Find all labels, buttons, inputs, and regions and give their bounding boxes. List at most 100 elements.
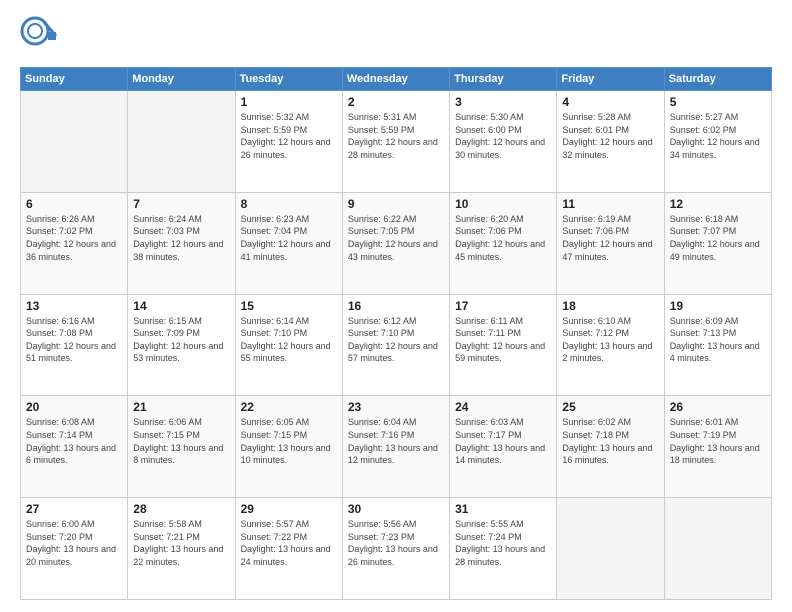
day-number: 23 — [348, 400, 444, 414]
calendar-cell: 28 Sunrise: 5:58 AMSunset: 7:21 PMDayligh… — [128, 498, 235, 600]
day-info: Sunrise: 6:18 AMSunset: 7:07 PMDaylight:… — [670, 213, 766, 263]
weekday-header-wednesday: Wednesday — [342, 68, 449, 91]
calendar-week-row: 27Sunrise: 6:00 AMSunset: 7:20 PMDayligh… — [21, 498, 772, 600]
calendar-cell: 24 Sunrise: 6:03 AMSunset: 7:17 PMDayligh… — [450, 396, 557, 498]
calendar-week-row: 13 Sunrise: 6:16 AMSunset: 7:08 PMDayligh… — [21, 294, 772, 396]
day-info: Sunrise: 6:15 AMSunset: 7:09 PMDaylight:… — [133, 315, 229, 365]
day-number: 31 — [455, 502, 551, 516]
day-info: Sunrise: 6:20 AMSunset: 7:06 PMDaylight:… — [455, 213, 551, 263]
day-info: Sunrise: 6:05 AMSunset: 7:15 PMDaylight:… — [241, 416, 337, 466]
calendar-header-row: SundayMondayTuesdayWednesdayThursdayFrid… — [21, 68, 772, 91]
day-number: 25 — [562, 400, 658, 414]
weekday-header-thursday: Thursday — [450, 68, 557, 91]
day-info: Sunrise: 5:28 AMSunset: 6:01 PMDaylight:… — [562, 111, 658, 161]
calendar-cell: 31 Sunrise: 5:55 AMSunset: 7:24 PMDayligh… — [450, 498, 557, 600]
day-number: 16 — [348, 299, 444, 313]
calendar-cell: 5Sunrise: 5:27 AMSunset: 6:02 PMDaylight… — [664, 91, 771, 193]
calendar-cell: 15 Sunrise: 6:14 AMSunset: 7:10 PMDayligh… — [235, 294, 342, 396]
day-number: 15 — [241, 299, 337, 313]
day-number: 18 — [562, 299, 658, 313]
logo — [20, 16, 60, 59]
page: SundayMondayTuesdayWednesdayThursdayFrid… — [0, 0, 792, 612]
calendar-cell: 3 Sunrise: 5:30 AMSunset: 6:00 PMDaylight… — [450, 91, 557, 193]
calendar-cell: 18 Sunrise: 6:10 AMSunset: 7:12 PMDayligh… — [557, 294, 664, 396]
day-info: Sunrise: 6:24 AMSunset: 7:03 PMDaylight:… — [133, 213, 229, 263]
day-info: Sunrise: 6:19 AMSunset: 7:06 PMDaylight:… — [562, 213, 658, 263]
calendar-cell: 22 Sunrise: 6:05 AMSunset: 7:15 PMDayligh… — [235, 396, 342, 498]
calendar-cell: 9 Sunrise: 6:22 AMSunset: 7:05 PMDaylight… — [342, 192, 449, 294]
calendar-table: SundayMondayTuesdayWednesdayThursdayFrid… — [20, 67, 772, 600]
day-info: Sunrise: 6:04 AMSunset: 7:16 PMDaylight:… — [348, 416, 444, 466]
day-number: 20 — [26, 400, 122, 414]
day-info: Sunrise: 6:26 AMSunset: 7:02 PMDaylight:… — [26, 213, 122, 263]
calendar-cell: 25 Sunrise: 6:02 AMSunset: 7:18 PMDayligh… — [557, 396, 664, 498]
calendar-cell: 13 Sunrise: 6:16 AMSunset: 7:08 PMDayligh… — [21, 294, 128, 396]
calendar-cell: 12 Sunrise: 6:18 AMSunset: 7:07 PMDayligh… — [664, 192, 771, 294]
calendar-week-row: 6 Sunrise: 6:26 AMSunset: 7:02 PMDaylight… — [21, 192, 772, 294]
day-number: 26 — [670, 400, 766, 414]
day-info: Sunrise: 6:01 AMSunset: 7:19 PMDaylight:… — [670, 416, 766, 466]
day-info: Sunrise: 5:30 AMSunset: 6:00 PMDaylight:… — [455, 111, 551, 161]
day-info: Sunrise: 6:16 AMSunset: 7:08 PMDaylight:… — [26, 315, 122, 365]
weekday-header-monday: Monday — [128, 68, 235, 91]
day-number: 28 — [133, 502, 229, 516]
day-number: 6 — [26, 197, 122, 211]
day-number: 22 — [241, 400, 337, 414]
day-info: Sunrise: 6:08 AMSunset: 7:14 PMDaylight:… — [26, 416, 122, 466]
calendar-cell: 26 Sunrise: 6:01 AMSunset: 7:19 PMDayligh… — [664, 396, 771, 498]
weekday-header-friday: Friday — [557, 68, 664, 91]
calendar-cell: 14 Sunrise: 6:15 AMSunset: 7:09 PMDayligh… — [128, 294, 235, 396]
weekday-header-saturday: Saturday — [664, 68, 771, 91]
day-number: 9 — [348, 197, 444, 211]
day-number: 14 — [133, 299, 229, 313]
day-number: 17 — [455, 299, 551, 313]
day-info: Sunrise: 5:31 AMSunset: 5:59 PMDaylight:… — [348, 111, 444, 161]
calendar-cell: 10Sunrise: 6:20 AMSunset: 7:06 PMDayligh… — [450, 192, 557, 294]
day-number: 12 — [670, 197, 766, 211]
calendar-cell: 17 Sunrise: 6:11 AMSunset: 7:11 PMDayligh… — [450, 294, 557, 396]
day-info: Sunrise: 5:27 AMSunset: 6:02 PMDaylight:… — [670, 111, 766, 161]
day-number: 19 — [670, 299, 766, 313]
calendar-cell: 29 Sunrise: 5:57 AMSunset: 7:22 PMDayligh… — [235, 498, 342, 600]
calendar-cell: 27Sunrise: 6:00 AMSunset: 7:20 PMDayligh… — [21, 498, 128, 600]
calendar-cell — [557, 498, 664, 600]
day-number: 2 — [348, 95, 444, 109]
day-number: 3 — [455, 95, 551, 109]
day-number: 21 — [133, 400, 229, 414]
day-info: Sunrise: 6:09 AMSunset: 7:13 PMDaylight:… — [670, 315, 766, 365]
calendar-cell — [21, 91, 128, 193]
calendar-cell: 21 Sunrise: 6:06 AMSunset: 7:15 PMDayligh… — [128, 396, 235, 498]
calendar-cell: 20 Sunrise: 6:08 AMSunset: 7:14 PMDayligh… — [21, 396, 128, 498]
weekday-header-tuesday: Tuesday — [235, 68, 342, 91]
day-number: 30 — [348, 502, 444, 516]
calendar-cell: 30 Sunrise: 5:56 AMSunset: 7:23 PMDayligh… — [342, 498, 449, 600]
calendar-cell — [664, 498, 771, 600]
calendar-cell: 6 Sunrise: 6:26 AMSunset: 7:02 PMDaylight… — [21, 192, 128, 294]
day-info: Sunrise: 6:02 AMSunset: 7:18 PMDaylight:… — [562, 416, 658, 466]
day-number: 29 — [241, 502, 337, 516]
day-number: 24 — [455, 400, 551, 414]
day-info: Sunrise: 6:10 AMSunset: 7:12 PMDaylight:… — [562, 315, 658, 365]
calendar-cell: 16Sunrise: 6:12 AMSunset: 7:10 PMDayligh… — [342, 294, 449, 396]
calendar-week-row: 20 Sunrise: 6:08 AMSunset: 7:14 PMDayligh… — [21, 396, 772, 498]
calendar-cell: 1 Sunrise: 5:32 AMSunset: 5:59 PMDaylight… — [235, 91, 342, 193]
calendar-cell: 8Sunrise: 6:23 AMSunset: 7:04 PMDaylight… — [235, 192, 342, 294]
day-number: 4 — [562, 95, 658, 109]
day-number: 1 — [241, 95, 337, 109]
day-info: Sunrise: 6:06 AMSunset: 7:15 PMDaylight:… — [133, 416, 229, 466]
day-info: Sunrise: 6:22 AMSunset: 7:05 PMDaylight:… — [348, 213, 444, 263]
day-number: 11 — [562, 197, 658, 211]
day-info: Sunrise: 5:32 AMSunset: 5:59 PMDaylight:… — [241, 111, 337, 161]
day-info: Sunrise: 6:11 AMSunset: 7:11 PMDaylight:… — [455, 315, 551, 365]
day-number: 7 — [133, 197, 229, 211]
day-info: Sunrise: 6:03 AMSunset: 7:17 PMDaylight:… — [455, 416, 551, 466]
header — [20, 16, 772, 59]
day-info: Sunrise: 6:14 AMSunset: 7:10 PMDaylight:… — [241, 315, 337, 365]
day-info: Sunrise: 6:23 AMSunset: 7:04 PMDaylight:… — [241, 213, 337, 263]
day-info: Sunrise: 5:58 AMSunset: 7:21 PMDaylight:… — [133, 518, 229, 568]
calendar-cell: 23 Sunrise: 6:04 AMSunset: 7:16 PMDayligh… — [342, 396, 449, 498]
day-info: Sunrise: 5:57 AMSunset: 7:22 PMDaylight:… — [241, 518, 337, 568]
day-info: Sunrise: 5:55 AMSunset: 7:24 PMDaylight:… — [455, 518, 551, 568]
day-info: Sunrise: 5:56 AMSunset: 7:23 PMDaylight:… — [348, 518, 444, 568]
day-number: 13 — [26, 299, 122, 313]
